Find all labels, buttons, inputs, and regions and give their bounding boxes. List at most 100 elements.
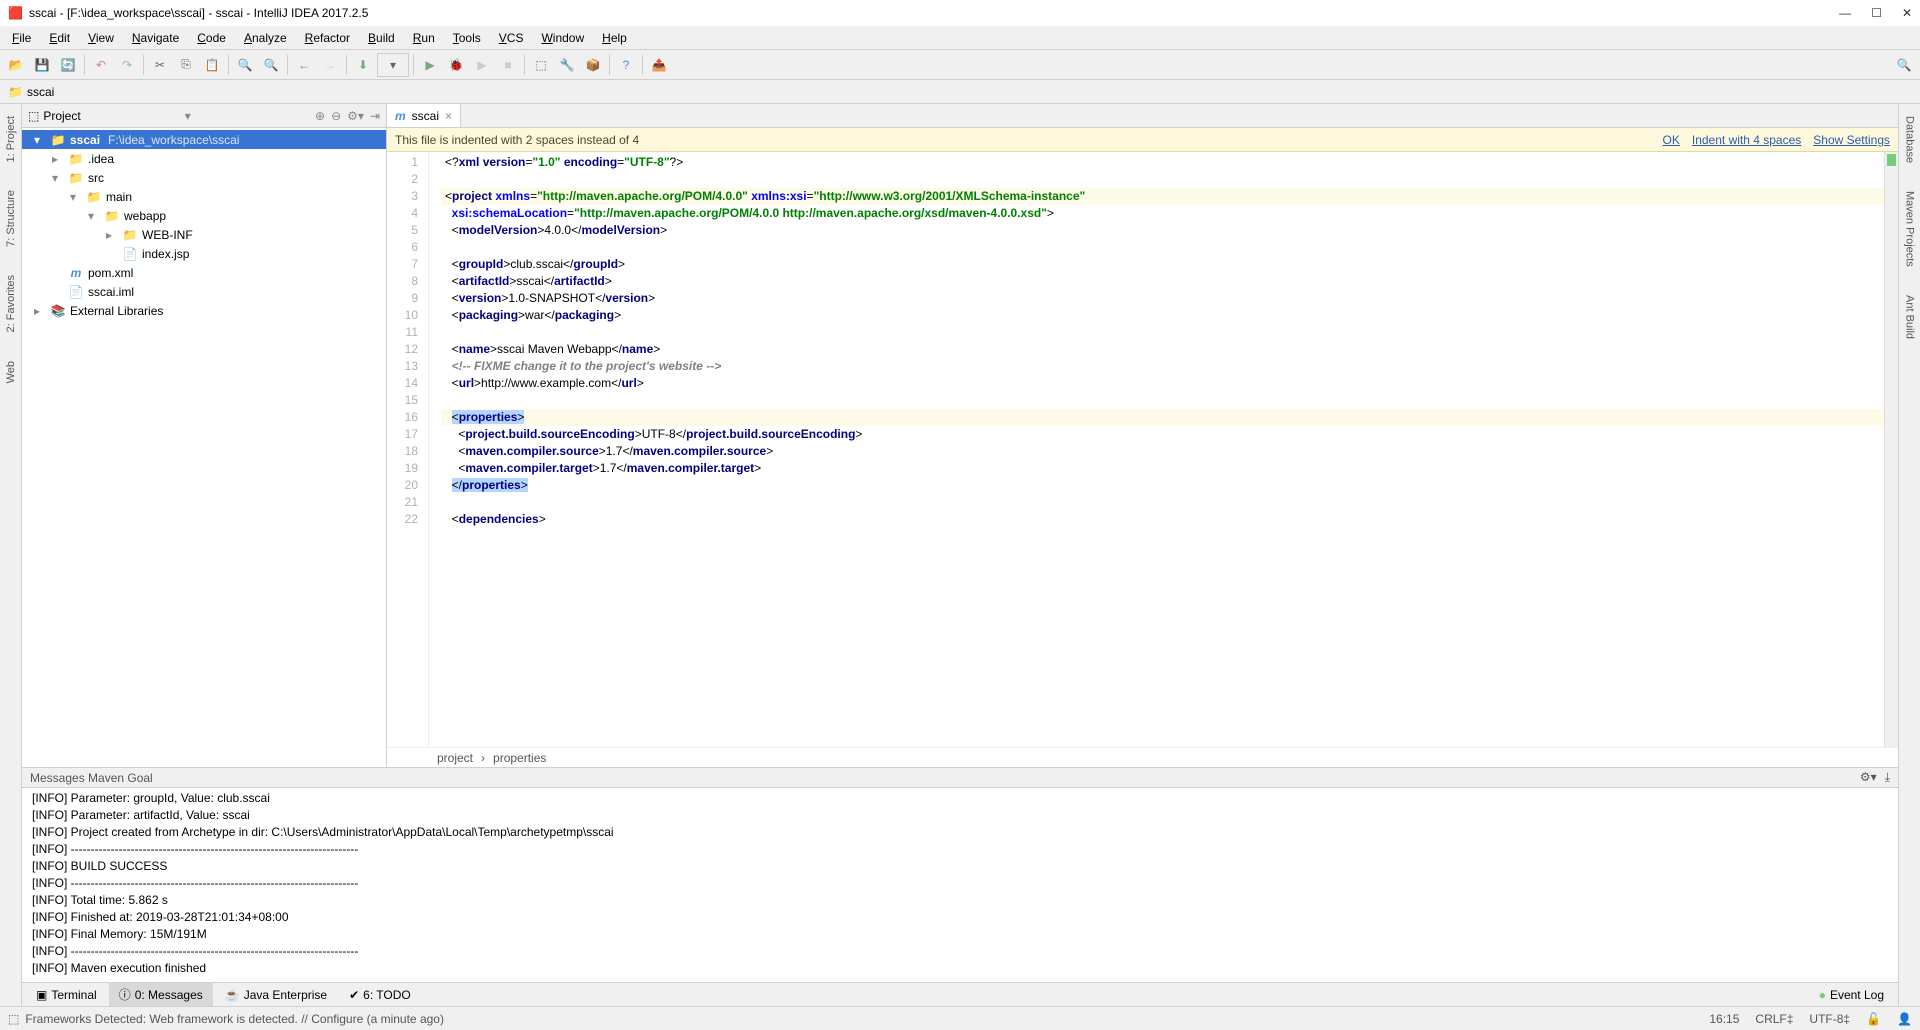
menu-navigate[interactable]: Navigate <box>124 29 187 47</box>
right-tool-gutter: Database Maven Projects Ant Build <box>1898 104 1920 1006</box>
tree-node-webapp[interactable]: ▾📁webapp <box>22 206 386 225</box>
editor-tab-label: sscai <box>412 109 439 123</box>
cut-icon[interactable]: ✂ <box>148 53 172 77</box>
run-icon[interactable]: ▶ <box>418 53 442 77</box>
breadcrumb-item[interactable]: sscai <box>27 85 54 99</box>
notice-link-ok[interactable]: OK <box>1663 133 1680 147</box>
event-log-tab[interactable]: ● Event Log <box>1809 985 1894 1005</box>
nav-breadcrumb-bar: 📁 sscai <box>0 80 1920 104</box>
bottom-tab----todo[interactable]: ✔6: TODO <box>339 983 421 1006</box>
close-button[interactable]: ✕ <box>1902 6 1912 20</box>
redo-icon[interactable]: ↷ <box>115 53 139 77</box>
sdk-icon[interactable]: 📦 <box>581 53 605 77</box>
tool-tab-ant-build[interactable]: Ant Build <box>1904 291 1916 343</box>
inspection-ok-icon <box>1887 154 1896 166</box>
forward-icon[interactable]: → <box>318 53 342 77</box>
replace-icon[interactable]: 🔍 <box>259 53 283 77</box>
exit-icon[interactable]: 📤 <box>647 53 671 77</box>
hide-icon[interactable]: ⇥ <box>370 109 380 123</box>
lock-icon[interactable]: 🔓 <box>1866 1012 1881 1026</box>
copy-icon[interactable]: ⎘ <box>174 53 198 77</box>
status-message: Frameworks Detected: Web framework is de… <box>25 1012 444 1026</box>
close-tab-icon[interactable]: × <box>445 109 452 123</box>
tree-node-src[interactable]: ▾📁src <box>22 168 386 187</box>
project-panel-title[interactable]: Project <box>43 109 80 123</box>
open-icon[interactable]: 📂 <box>4 53 28 77</box>
menu-help[interactable]: Help <box>594 29 635 47</box>
help-icon[interactable]: ? <box>614 53 638 77</box>
bottom-tab-java-enterprise[interactable]: ☕Java Enterprise <box>215 983 337 1006</box>
paste-icon[interactable]: 📋 <box>200 53 224 77</box>
status-time: 16:15 <box>1709 1012 1739 1026</box>
editor-scrollbar[interactable] <box>1884 152 1898 747</box>
stop-icon[interactable]: ■ <box>496 53 520 77</box>
tool-tab----favorites[interactable]: 2: Favorites <box>5 271 17 336</box>
menu-build[interactable]: Build <box>360 29 403 47</box>
menu-refactor[interactable]: Refactor <box>297 29 358 47</box>
code-editor[interactable]: <?xml version="1.0" encoding="UTF-8"?> <… <box>441 152 1884 747</box>
tool-tab-maven-projects[interactable]: Maven Projects <box>1904 187 1916 271</box>
menu-code[interactable]: Code <box>189 29 234 47</box>
notice-link-show-settings[interactable]: Show Settings <box>1813 133 1890 147</box>
hektor-icon[interactable]: 👤 <box>1897 1012 1912 1026</box>
tool-tab----project[interactable]: 1: Project <box>5 112 17 166</box>
gear-icon[interactable]: ⚙▾ <box>1860 770 1877 785</box>
menu-window[interactable]: Window <box>533 29 592 47</box>
sync-icon[interactable]: 🔄 <box>56 53 80 77</box>
maximize-button[interactable]: ☐ <box>1871 6 1882 20</box>
undo-icon[interactable]: ↶ <box>89 53 113 77</box>
find-icon[interactable]: 🔍 <box>233 53 257 77</box>
left-tool-gutter: 1: Project 7: Structure 2: Favorites Web <box>0 104 22 1006</box>
back-icon[interactable]: ← <box>292 53 316 77</box>
bottom-tab-terminal[interactable]: ▣Terminal <box>26 983 107 1006</box>
messages-title: Messages Maven Goal <box>30 771 153 785</box>
tool-tab-database[interactable]: Database <box>1904 112 1916 167</box>
tree-node--idea[interactable]: ▸📁.idea <box>22 149 386 168</box>
menu-edit[interactable]: Edit <box>41 29 78 47</box>
tree-node-main[interactable]: ▾📁main <box>22 187 386 206</box>
debug-icon[interactable]: 🐞 <box>444 53 468 77</box>
collapse-all-icon[interactable]: ⊖ <box>331 109 341 123</box>
menu-tools[interactable]: Tools <box>445 29 489 47</box>
fold-gutter[interactable] <box>429 152 441 747</box>
save-all-icon[interactable]: 💾 <box>30 53 54 77</box>
tool-tab----structure[interactable]: 7: Structure <box>5 186 17 251</box>
notice-link-indent-with-4-spaces[interactable]: Indent with 4 spaces <box>1692 133 1801 147</box>
menu-run[interactable]: Run <box>405 29 443 47</box>
hide-icon[interactable]: ⤓ <box>1885 770 1890 785</box>
messages-output[interactable]: [INFO] Parameter: groupId, Value: club.s… <box>22 788 1898 982</box>
editor-tab-sscai[interactable]: m sscai × <box>387 104 461 127</box>
editor-notice-bar: This file is indented with 2 spaces inst… <box>387 128 1898 152</box>
search-everywhere-icon[interactable]: 🔍 <box>1892 53 1916 77</box>
project-tree[interactable]: ▾📁sscaiF:\idea_workspace\sscai▸📁.idea▾📁s… <box>22 128 386 767</box>
bottom-tab----messages[interactable]: ⓘ0: Messages <box>109 983 213 1006</box>
tree-node-index-jsp[interactable]: 📄index.jsp <box>22 244 386 263</box>
tree-node-sscai-iml[interactable]: 📄sscai.iml <box>22 282 386 301</box>
gear-icon[interactable]: ⚙▾ <box>347 109 364 123</box>
messages-tool-window: Messages Maven Goal ⚙▾ ⤓ [INFO] Paramete… <box>22 767 1898 982</box>
status-encoding[interactable]: UTF-8‡ <box>1809 1012 1850 1026</box>
menu-analyze[interactable]: Analyze <box>236 29 295 47</box>
menu-view[interactable]: View <box>80 29 122 47</box>
make-icon[interactable]: ⬇ <box>351 53 375 77</box>
minimize-button[interactable]: — <box>1839 6 1851 20</box>
settings-icon[interactable]: 🔧 <box>555 53 579 77</box>
tree-node-sscai[interactable]: ▾📁sscaiF:\idea_workspace\sscai <box>22 130 386 149</box>
scroll-to-source-icon[interactable]: ⊕ <box>315 109 325 123</box>
coverage-icon[interactable]: ▶ <box>470 53 494 77</box>
breadcrumb-part[interactable]: properties <box>493 751 546 765</box>
tree-node-pom-xml[interactable]: mpom.xml <box>22 263 386 282</box>
tree-node-external-libraries[interactable]: ▸📚External Libraries <box>22 301 386 320</box>
tool-tab-web[interactable]: Web <box>5 357 17 387</box>
status-icon[interactable]: ⬚ <box>8 1012 19 1026</box>
breadcrumb-part[interactable]: project <box>437 751 473 765</box>
line-number-gutter[interactable]: 12345678910111213141516171819202122 <box>387 152 429 747</box>
structure-icon[interactable]: ⬚ <box>529 53 553 77</box>
run-config-dropdown[interactable]: ▾ <box>377 53 409 77</box>
menu-vcs[interactable]: VCS <box>491 29 532 47</box>
event-log-label: Event Log <box>1830 988 1884 1002</box>
status-line-ending[interactable]: CRLF‡ <box>1755 1012 1793 1026</box>
dropdown-icon[interactable]: ▾ <box>185 109 191 123</box>
menu-file[interactable]: File <box>4 29 39 47</box>
tree-node-web-inf[interactable]: ▸📁WEB-INF <box>22 225 386 244</box>
